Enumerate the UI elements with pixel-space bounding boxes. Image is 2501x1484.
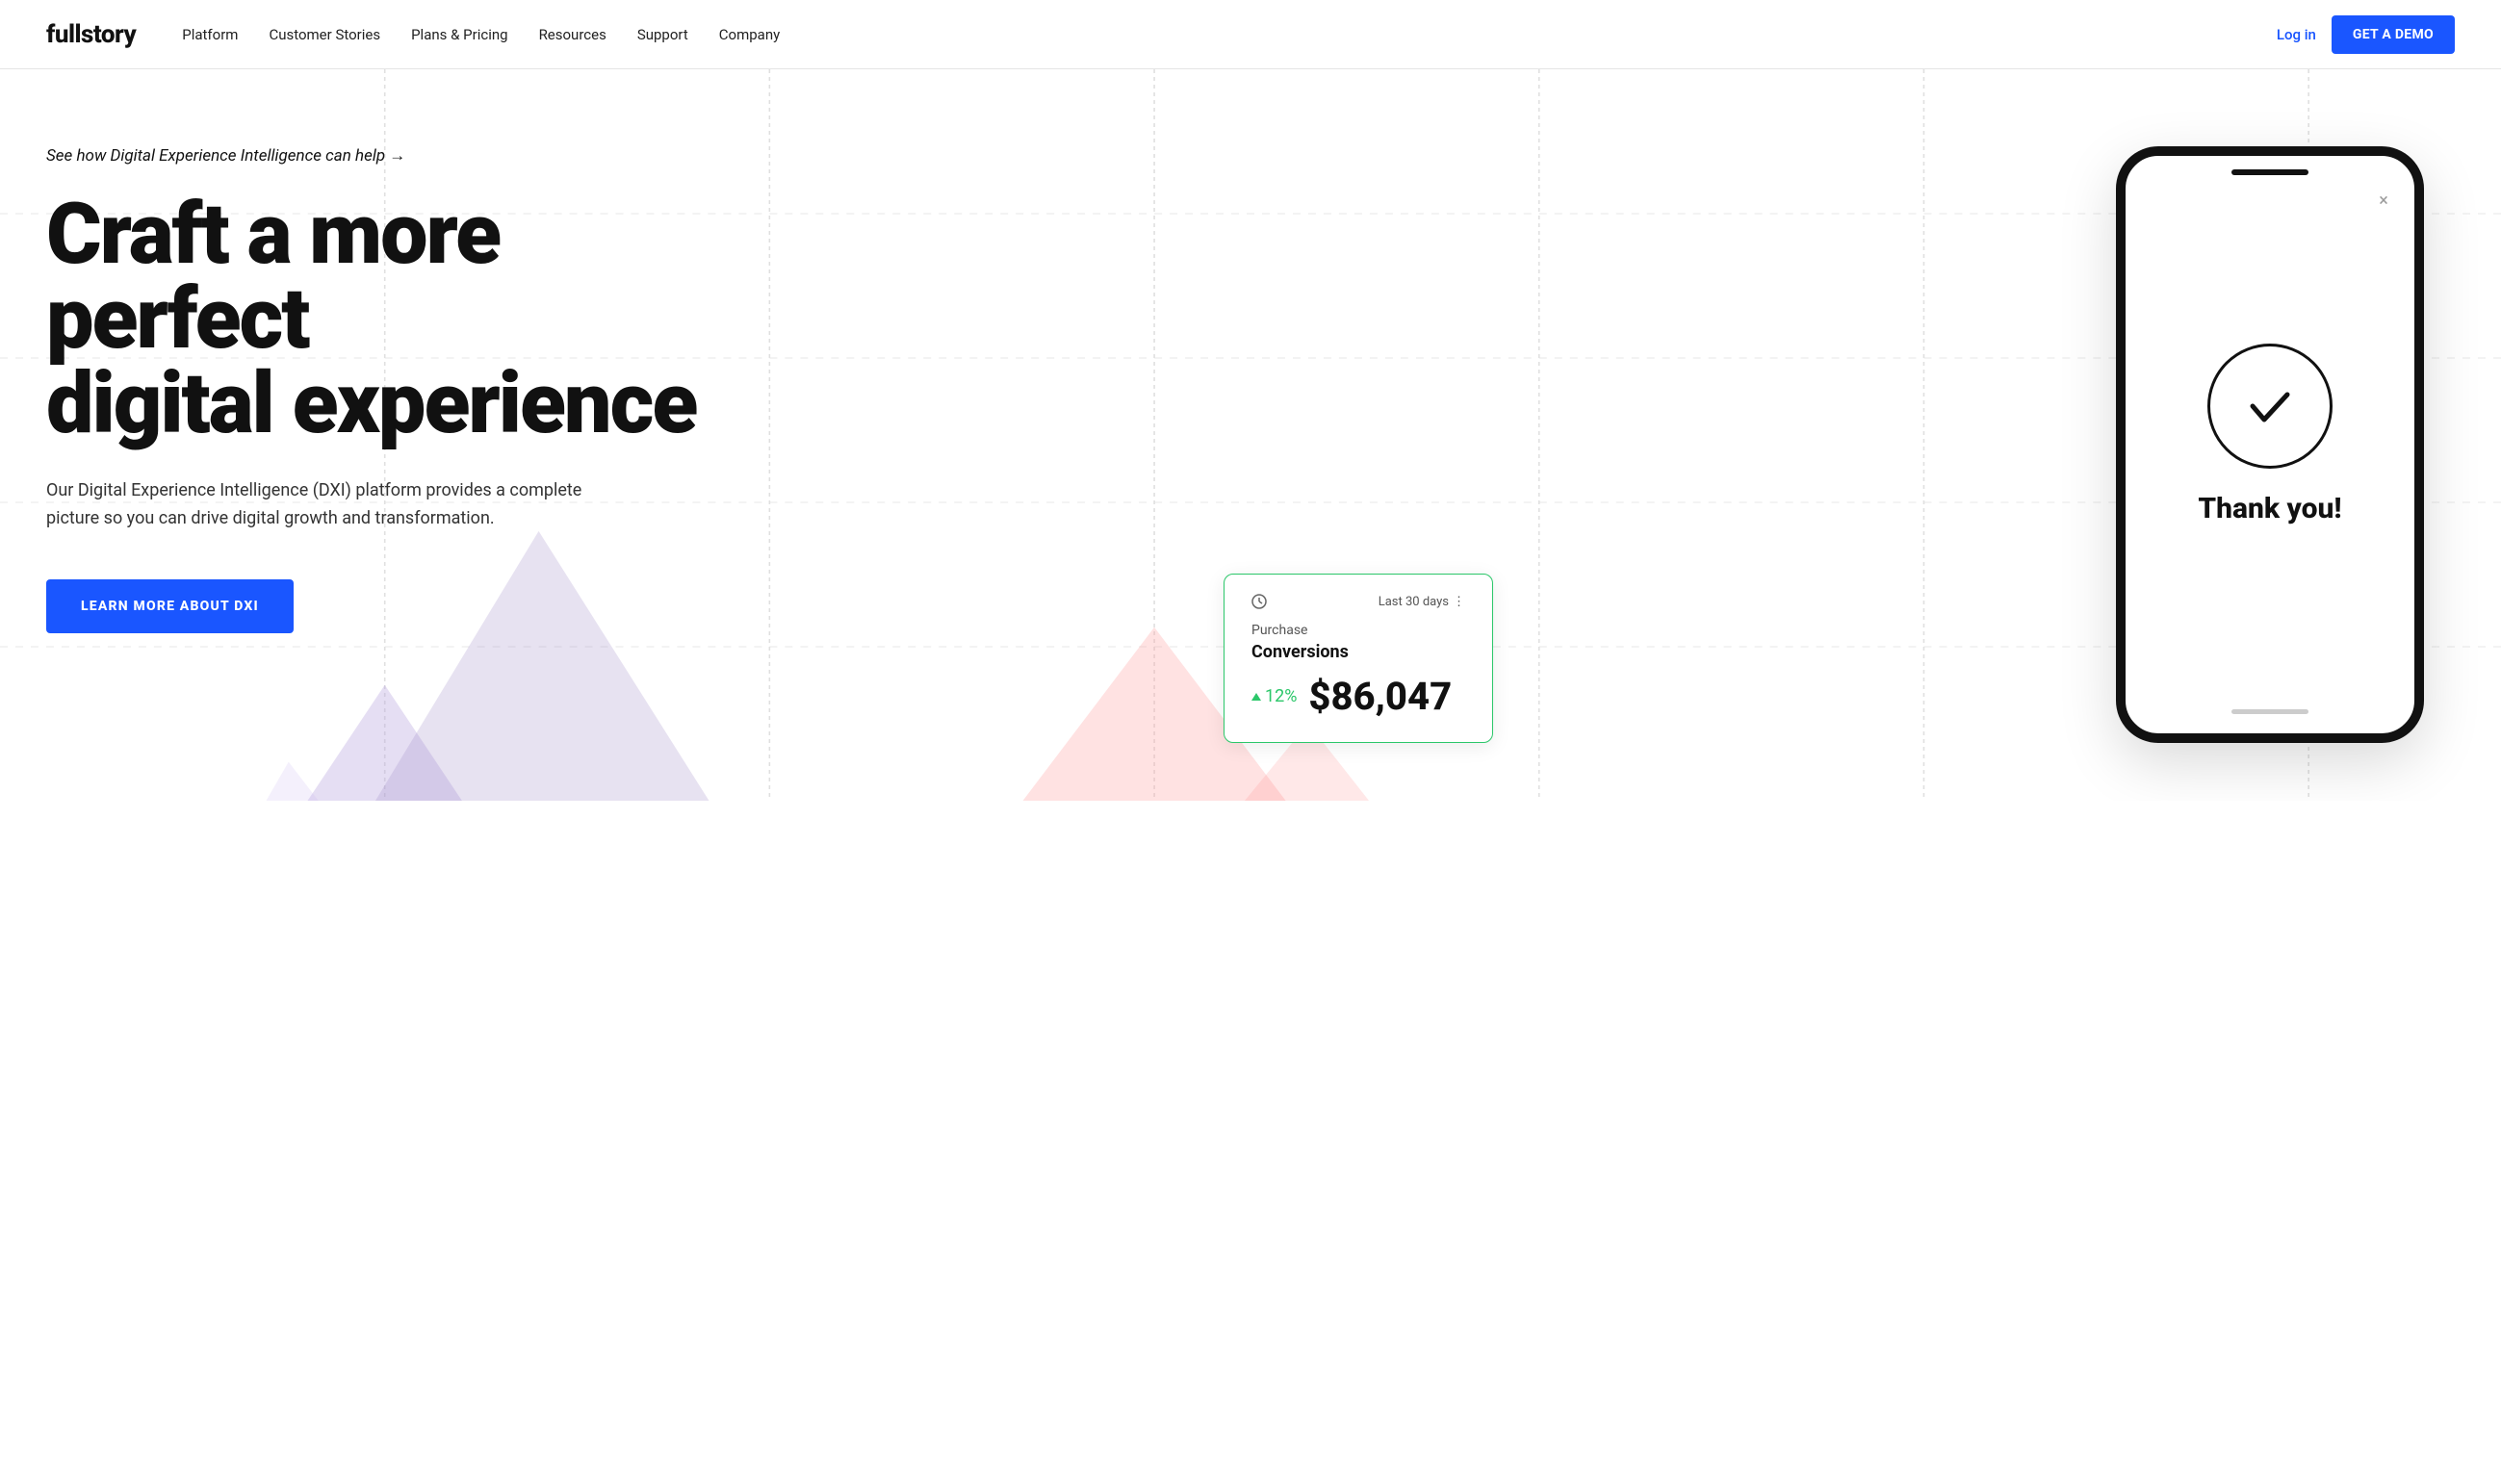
nav-item-plans-pricing[interactable]: Plans & Pricing	[411, 26, 507, 43]
login-button[interactable]: Log in	[2277, 26, 2316, 43]
up-arrow-icon	[1251, 693, 1261, 701]
card-label: Purchase	[1251, 623, 1465, 638]
phone-content: Thank you!	[2126, 175, 2414, 743]
hero-content: See how Digital Experience Intelligence …	[46, 146, 720, 633]
hero-description: Our Digital Experience Intelligence (DXI…	[46, 477, 585, 533]
navbar: fullstory Platform Customer Stories Plan…	[0, 0, 2501, 69]
hero-section: See how Digital Experience Intelligence …	[0, 69, 2501, 801]
card-clock	[1251, 594, 1267, 609]
nav-item-support[interactable]: Support	[637, 26, 688, 43]
close-icon[interactable]: ×	[2374, 191, 2393, 210]
learn-more-cta-button[interactable]: LEARN MORE ABOUT DXI	[46, 579, 294, 633]
card-period: Last 30 days ⋮	[1379, 595, 1465, 609]
clock-icon	[1251, 594, 1267, 609]
conversion-card: Last 30 days ⋮ Purchase Conversions 12% …	[1224, 574, 1493, 743]
thank-you-text: Thank you!	[2198, 492, 2341, 526]
phone-mockup: × Thank you!	[2116, 146, 2424, 743]
hero-tag[interactable]: See how Digital Experience Intelligence …	[46, 146, 720, 166]
card-metric: Conversions	[1251, 642, 1465, 662]
nav-item-customer-stories[interactable]: Customer Stories	[269, 26, 380, 43]
get-demo-button[interactable]: GET A DEMO	[2332, 15, 2455, 54]
card-value-row: 12% $86,047	[1251, 674, 1465, 719]
checkmark-icon	[2239, 375, 2301, 437]
card-header: Last 30 days ⋮	[1251, 594, 1465, 609]
nav-item-platform[interactable]: Platform	[182, 26, 238, 43]
dots-icon: ⋮	[1453, 595, 1465, 609]
checkmark-circle	[2207, 344, 2333, 469]
card-percentage: 12%	[1251, 686, 1297, 706]
nav-item-company[interactable]: Company	[719, 26, 780, 43]
logo[interactable]: fullstory	[46, 20, 136, 49]
nav-actions: Log in GET A DEMO	[2277, 15, 2455, 54]
card-amount: $86,047	[1308, 674, 1452, 719]
nav-links: Platform Customer Stories Plans & Pricin…	[182, 26, 2277, 43]
hero-title: Craft a more perfect digital experience	[46, 192, 720, 447]
nav-item-resources[interactable]: Resources	[539, 26, 606, 43]
phone-scrollbar	[2231, 709, 2308, 714]
